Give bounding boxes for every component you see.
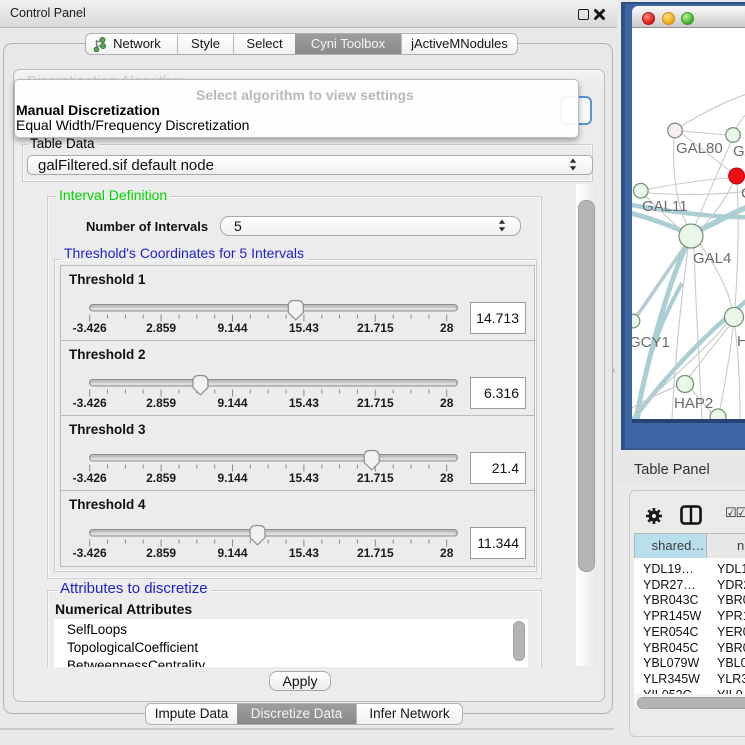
svg-text:9.144: 9.144 [217, 546, 247, 560]
svg-text:9.144: 9.144 [217, 471, 247, 485]
svg-text:28: 28 [440, 321, 454, 335]
svg-text:-3.426: -3.426 [73, 321, 107, 335]
svg-text:2.859: 2.859 [146, 471, 176, 485]
svg-text:15.43: 15.43 [289, 321, 319, 335]
svg-text:C: C [741, 185, 745, 202]
svg-text:-3.426: -3.426 [73, 396, 107, 410]
svg-text:28: 28 [440, 546, 454, 560]
svg-text:28: 28 [440, 396, 454, 410]
svg-text:2.859: 2.859 [146, 321, 176, 335]
svg-text:21.715: 21.715 [357, 546, 394, 560]
svg-text:-3.426: -3.426 [73, 546, 107, 560]
svg-text:2.859: 2.859 [146, 546, 176, 560]
svg-text:28: 28 [440, 471, 454, 485]
svg-text:21.715: 21.715 [357, 396, 394, 410]
svg-text:21.715: 21.715 [357, 471, 394, 485]
svg-text:GAL…: GAL… [733, 143, 745, 160]
svg-text:GAL11: GAL11 [642, 198, 688, 215]
svg-text:15.43: 15.43 [289, 396, 319, 410]
svg-text:2.859: 2.859 [146, 396, 176, 410]
svg-text:GAL4: GAL4 [693, 250, 731, 267]
svg-text:GAL80: GAL80 [676, 140, 723, 157]
svg-text:HA: HA [737, 333, 745, 350]
svg-text:15.43: 15.43 [289, 471, 319, 485]
svg-text:HAP2: HAP2 [674, 395, 713, 412]
svg-text:GCY1: GCY1 [632, 334, 670, 351]
svg-text:21.715: 21.715 [357, 321, 394, 335]
svg-text:15.43: 15.43 [289, 546, 319, 560]
svg-text:-3.426: -3.426 [73, 471, 107, 485]
svg-text:9.144: 9.144 [217, 396, 247, 410]
svg-text:9.144: 9.144 [217, 321, 247, 335]
